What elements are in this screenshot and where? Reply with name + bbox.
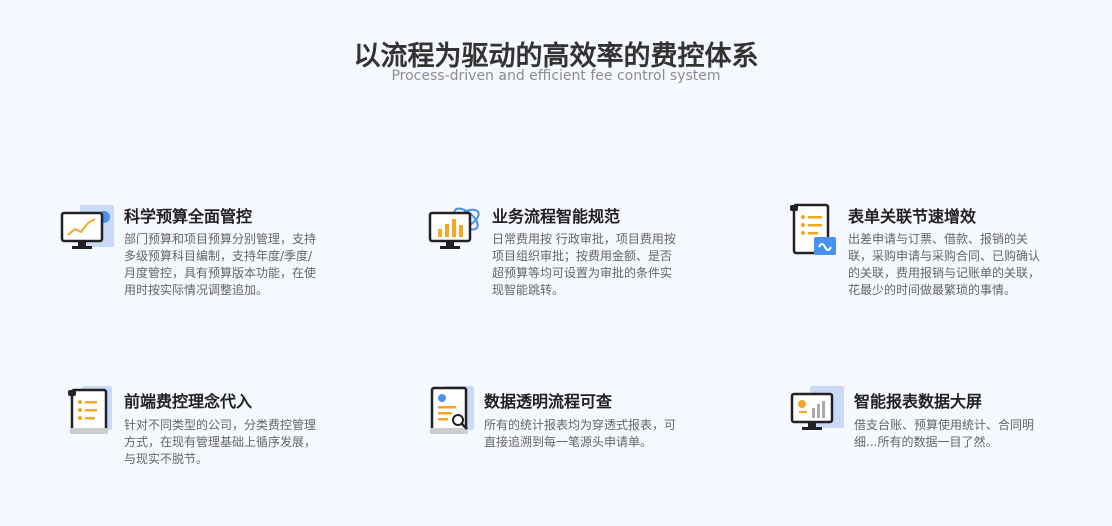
feature-description: 所有的统计报表均为穿透式报表，可 直接追溯到每一笔源头申请单。	[484, 418, 677, 449]
feature-form-linkage: 表单关联节速增效 出差申请与订票、借款、报销的关 联，采购申请与采购合同、已购确…	[788, 203, 1088, 303]
feature-description: 出差申请与订票、借款、报销的关 联，采购申请与采购合同、已购确认 的关联，费用报…	[848, 232, 1041, 297]
feature-description: 针对不同类型的公司，分类费控管理 方式，在现有管理基础上循序发展， 与现实不脱节…	[124, 418, 317, 466]
feature-frontend-control: 前端费控理念代入 针对不同类型的公司，分类费控管理 方式，在现有管理基础上循序发…	[60, 386, 350, 476]
feature-report-dashboard: 智能报表数据大屏 借支台账、预算使用统计、合同明 细...所有的数据一目了然。	[790, 386, 1090, 476]
monitor-dashboard-icon	[790, 386, 844, 430]
feature-data-transparency: 数据透明流程可查 所有的统计报表均为穿透式报表，可 直接追溯到每一笔源头申请单。	[422, 386, 722, 476]
feature-title: 业务流程智能规范	[492, 207, 621, 226]
scroll-document-icon	[68, 386, 112, 434]
page-subtitle: Process-driven and efficient fee control…	[391, 68, 721, 84]
document-search-icon	[430, 386, 474, 434]
feature-workflow-standard: 业务流程智能规范 日常费用按 行政审批，项目费用按 项目组织审批；按费用金额、是…	[428, 203, 718, 303]
monitor-bar-chart-icon	[428, 207, 480, 249]
feature-title: 数据透明流程可查	[484, 392, 613, 411]
feature-description: 借支台账、预算使用统计、合同明 细...所有的数据一目了然。	[854, 418, 1035, 449]
feature-description: 日常费用按 行政审批，项目费用按 项目组织审批；按费用金额、是否 超预算等均可设…	[492, 232, 676, 297]
feature-title: 前端费控理念代入	[124, 392, 253, 411]
feature-budget-control: 科学预算全面管控 部门预算和项目预算分别管理，支持 多级预算科目编制，支持年度/…	[60, 203, 350, 303]
feature-title: 科学预算全面管控	[124, 207, 253, 226]
feature-title: 智能报表数据大屏	[854, 392, 983, 411]
feature-title: 表单关联节速增效	[848, 207, 977, 226]
feature-description: 部门预算和项目预算分别管理，支持 多级预算科目编制，支持年度/季度/ 月度管控，…	[124, 232, 317, 297]
monitor-chart-icon	[60, 205, 114, 249]
linked-document-icon	[790, 203, 836, 255]
